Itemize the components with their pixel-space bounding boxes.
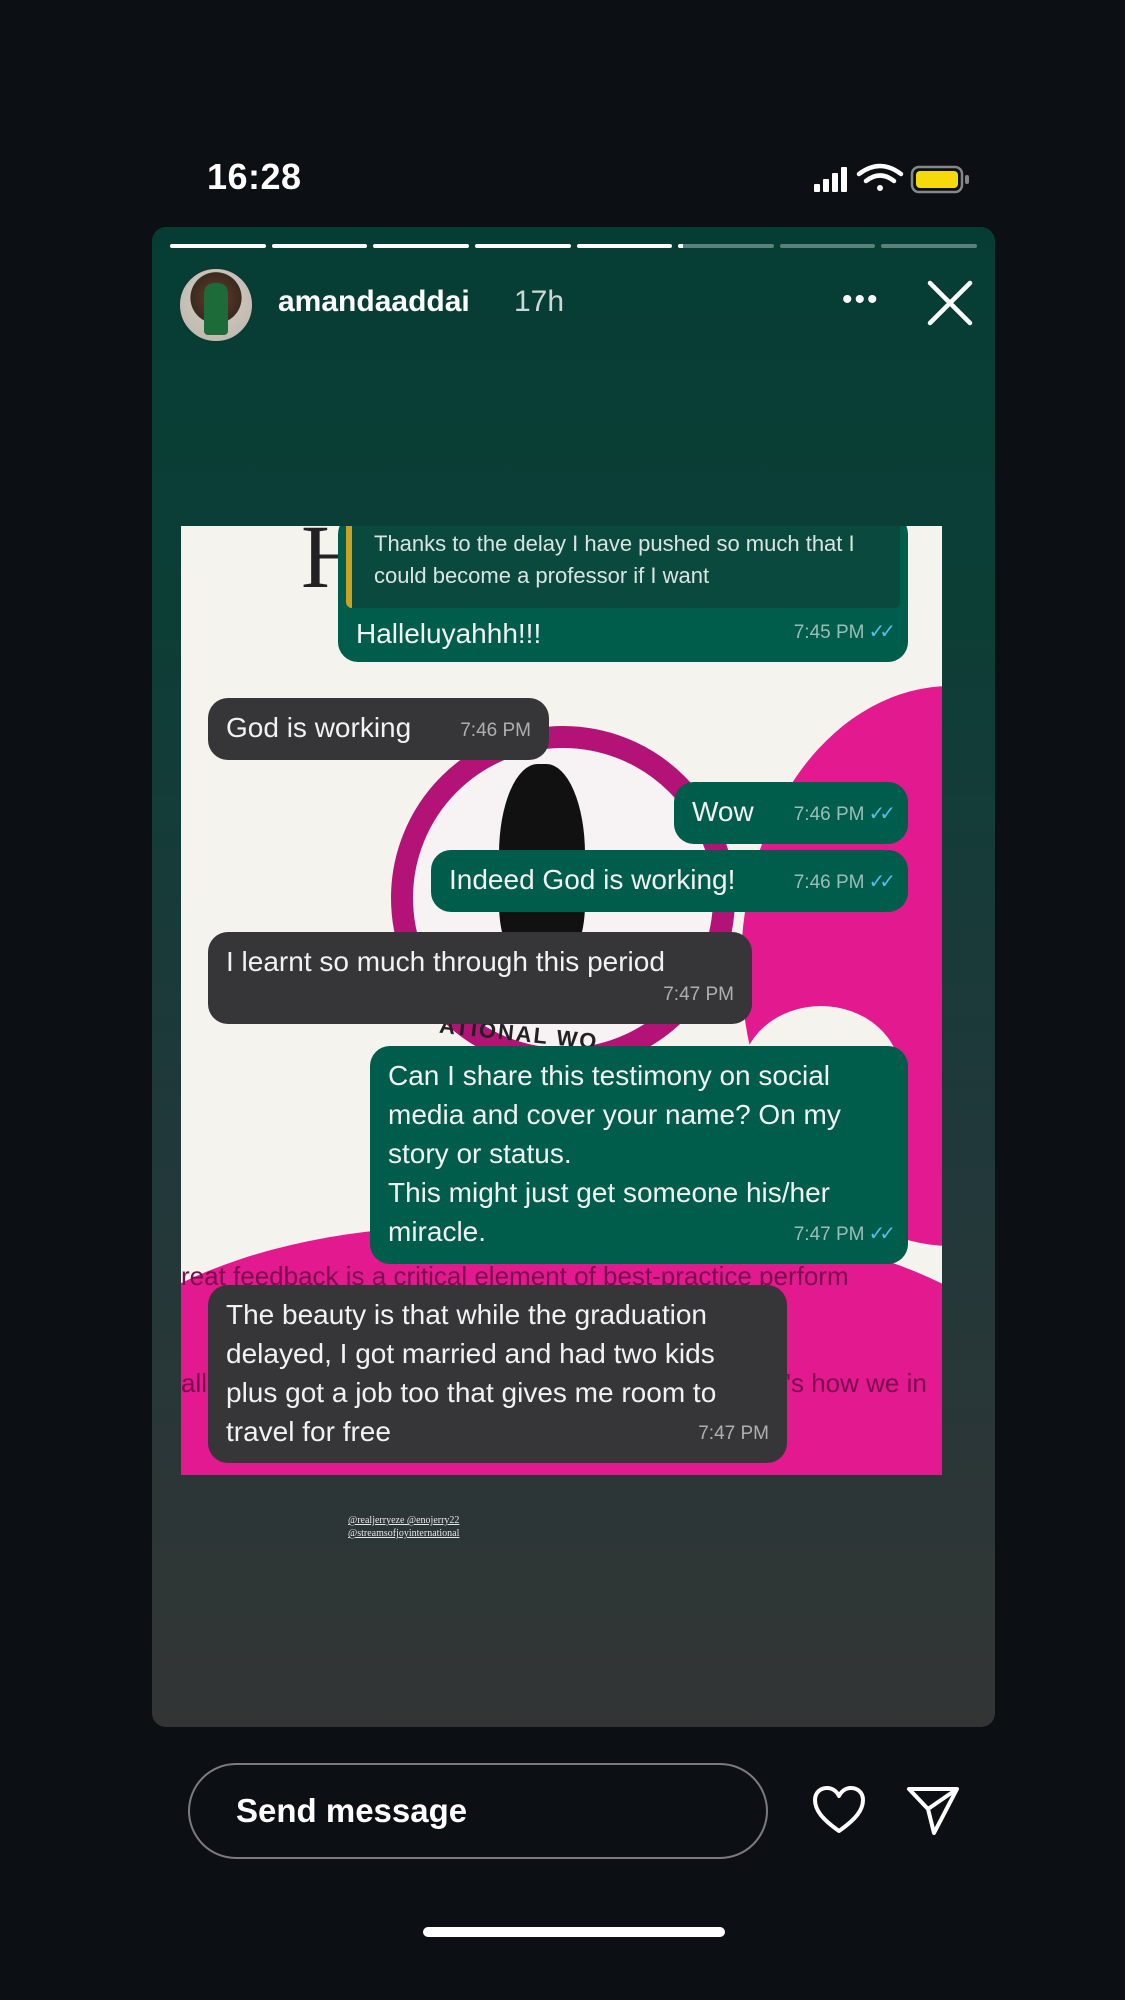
read-ticks-icon: ✓✓ bbox=[868, 1223, 895, 1245]
heart-icon[interactable] bbox=[812, 1785, 866, 1835]
message-time: 7:46 PM bbox=[460, 720, 531, 741]
status-time: 16:28 bbox=[207, 156, 302, 197]
message-bubble-incoming[interactable]: I learnt so much through this period 7:4… bbox=[208, 932, 752, 1024]
message-time: 7:46 PM bbox=[793, 804, 865, 825]
send-message-placeholder: Send message bbox=[236, 1792, 468, 1829]
more-options-icon[interactable]: ••• bbox=[842, 285, 880, 315]
story-image: H ATIONAL WO reat feedback is a critical… bbox=[181, 526, 942, 1475]
quoted-message-text: Thanks to the delay I have pushed so muc… bbox=[374, 531, 855, 588]
mention-line[interactable]: @streamsofjoyinternational bbox=[348, 1527, 459, 1540]
home-indicator[interactable] bbox=[423, 1927, 725, 1937]
message-text: The beauty is that while the graduation … bbox=[226, 1299, 717, 1447]
message-bubble-outgoing[interactable]: Wow 7:46 PM ✓✓ bbox=[674, 782, 908, 844]
read-ticks-icon: ✓✓ bbox=[868, 871, 895, 893]
progress-segment bbox=[678, 244, 774, 248]
story-username[interactable]: amandaaddai bbox=[278, 285, 470, 319]
send-message-input[interactable]: Send message bbox=[188, 1763, 768, 1859]
message-bubble-outgoing[interactable]: Can I share this testimony on social med… bbox=[370, 1046, 908, 1264]
message-text: Wow bbox=[692, 796, 754, 827]
progress-segment bbox=[271, 244, 368, 248]
message-bubble-outgoing[interactable]: Indeed God is working! 7:46 PM ✓✓ bbox=[431, 850, 908, 912]
send-icon[interactable] bbox=[906, 1783, 960, 1837]
background-text-right: 's how we in bbox=[786, 1368, 927, 1398]
progress-segment bbox=[474, 244, 571, 248]
message-time: 7:47 PM bbox=[793, 1224, 865, 1245]
mention-line[interactable]: @realjerryeze @enojerry22 bbox=[348, 1514, 459, 1527]
mention-credits[interactable]: @realjerryeze @enojerry22 @streamsofjoyi… bbox=[348, 1514, 459, 1540]
message-bubble-incoming[interactable]: God is working 7:46 PM bbox=[208, 698, 549, 760]
message-text: Halleluyahhh!!! bbox=[356, 618, 542, 649]
avatar[interactable] bbox=[178, 267, 254, 343]
quoted-message: Thanks to the delay I have pushed so muc… bbox=[346, 526, 900, 608]
read-ticks-icon: ✓✓ bbox=[868, 803, 895, 825]
battery-icon bbox=[910, 165, 969, 194]
message-time: 7:45 PM bbox=[793, 622, 865, 643]
story-progress bbox=[170, 244, 977, 248]
message-text: I learnt so much through this period bbox=[226, 946, 665, 977]
message-text: God is working bbox=[226, 712, 412, 743]
message-time: 7:46 PM bbox=[793, 872, 865, 893]
story-viewer[interactable]: amandaaddai 17h ••• H ATIONAL WO reat fe… bbox=[152, 227, 995, 1727]
progress-segment bbox=[576, 244, 673, 248]
progress-segment bbox=[373, 244, 469, 248]
wifi-icon bbox=[856, 163, 904, 191]
status-icons bbox=[814, 163, 969, 194]
background-text-left: all bbox=[181, 1368, 208, 1398]
message-bubble-incoming[interactable]: The beauty is that while the graduation … bbox=[208, 1285, 787, 1463]
story-age: 17h bbox=[514, 285, 565, 318]
message-text: Indeed God is working! bbox=[449, 864, 736, 895]
message-bubble-outgoing[interactable]: Thanks to the delay I have pushed so muc… bbox=[338, 526, 908, 662]
message-time: 7:47 PM bbox=[663, 984, 734, 1005]
close-icon[interactable] bbox=[926, 279, 974, 327]
progress-segment bbox=[881, 244, 977, 248]
progress-segment bbox=[779, 244, 876, 248]
read-ticks-icon: ✓✓ bbox=[868, 621, 895, 643]
signal-icon bbox=[814, 167, 847, 192]
message-time: 7:47 PM bbox=[698, 1423, 769, 1444]
progress-segment bbox=[170, 244, 266, 248]
